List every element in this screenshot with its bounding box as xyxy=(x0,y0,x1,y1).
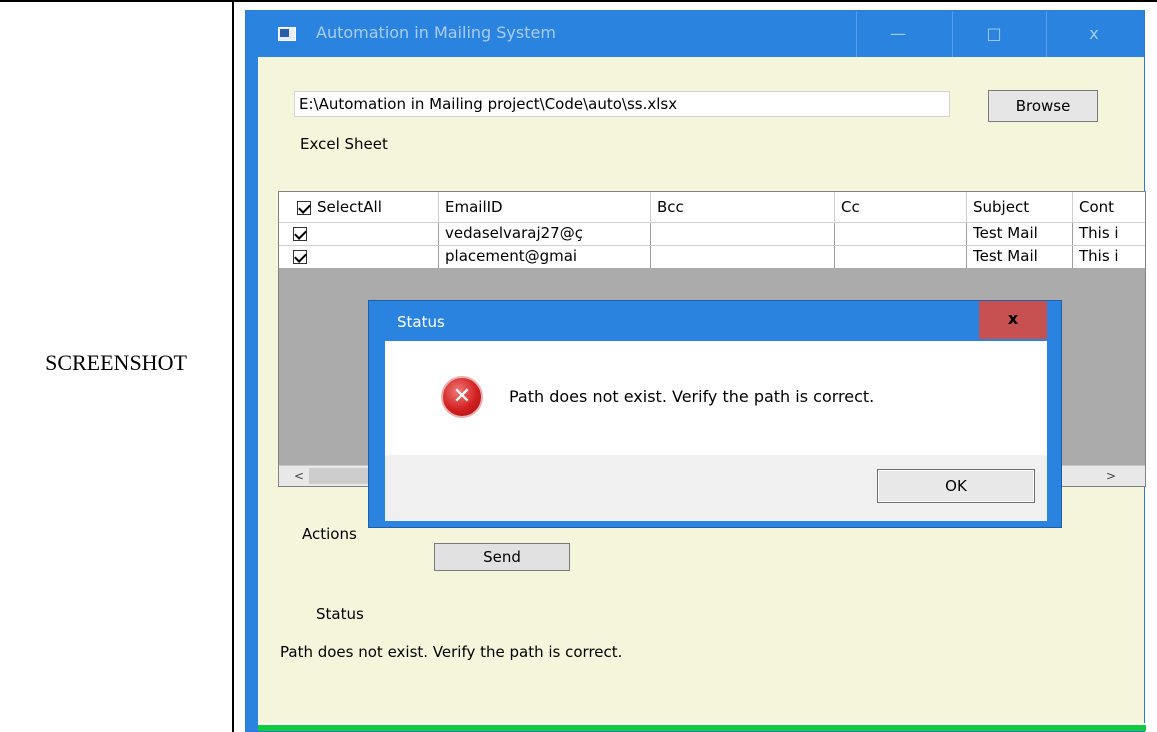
table-row[interactable]: placement@gmai Test Mail This i xyxy=(279,245,1145,268)
cc-cell[interactable] xyxy=(835,223,967,245)
send-button[interactable]: Send xyxy=(434,543,570,571)
dialog-body: ✕ Path does not exist. Verify the path i… xyxy=(385,341,1047,455)
scroll-left-arrow-icon[interactable]: < xyxy=(289,466,309,486)
dialog-close-button[interactable]: x xyxy=(979,301,1047,339)
status-label: Status xyxy=(316,605,364,623)
app-window-icon xyxy=(278,27,296,41)
email-cell[interactable]: vedaselvaraj27@ç xyxy=(439,223,651,245)
column-header-emailid[interactable]: EmailID xyxy=(439,192,651,222)
column-header-bcc[interactable]: Bcc xyxy=(651,192,835,222)
row-select-cell[interactable] xyxy=(279,246,439,268)
column-header-cc[interactable]: Cc xyxy=(835,192,967,222)
select-all-header[interactable]: SelectAll xyxy=(279,192,439,222)
scrollbar-thumb[interactable] xyxy=(309,468,369,484)
status-message: Path does not exist. Verify the path is … xyxy=(280,643,623,661)
window-titlebar[interactable]: Automation in Mailing System — □ x xyxy=(246,11,1144,57)
dialog-footer: OK xyxy=(385,455,1047,521)
progress-bar-fill xyxy=(258,725,1146,731)
subject-cell[interactable]: Test Mail xyxy=(967,223,1073,245)
excel-sheet-label: Excel Sheet xyxy=(300,135,388,153)
dialog-message: Path does not exist. Verify the path is … xyxy=(509,387,875,406)
error-icon: ✕ xyxy=(441,376,483,418)
content-cell[interactable]: This i xyxy=(1073,223,1145,245)
window-title: Automation in Mailing System xyxy=(316,23,556,42)
row-checkbox[interactable] xyxy=(293,249,307,264)
titlebar-separator xyxy=(1046,11,1047,57)
bcc-cell[interactable] xyxy=(651,246,835,268)
minimize-button[interactable]: — xyxy=(858,11,938,57)
content-cell[interactable]: This i xyxy=(1073,246,1145,268)
column-header-subject[interactable]: Subject xyxy=(967,192,1073,222)
titlebar-separator xyxy=(856,11,857,57)
row-select-cell[interactable] xyxy=(279,223,439,245)
dialog-title: Status xyxy=(397,313,445,331)
document-label-cell: SCREENSHOT xyxy=(0,0,234,732)
column-header-content[interactable]: Cont xyxy=(1073,192,1145,222)
actions-label: Actions xyxy=(302,525,357,543)
browse-button[interactable]: Browse xyxy=(988,90,1098,122)
status-dialog: Status x ✕ Path does not exist. Verify t… xyxy=(368,300,1062,528)
cc-cell[interactable] xyxy=(835,246,967,268)
maximize-button[interactable]: □ xyxy=(954,11,1034,57)
subject-cell[interactable]: Test Mail xyxy=(967,246,1073,268)
table-row[interactable]: vedaselvaraj27@ç Test Mail This i xyxy=(279,222,1145,245)
bcc-cell[interactable] xyxy=(651,223,835,245)
column-header-selectall: SelectAll xyxy=(317,198,382,216)
select-all-checkbox[interactable] xyxy=(297,200,311,215)
titlebar-separator xyxy=(952,11,953,57)
close-button[interactable]: x xyxy=(1054,11,1134,57)
row-checkbox[interactable] xyxy=(293,226,307,241)
grid-header-row: SelectAll EmailID Bcc Cc Subject Cont xyxy=(279,192,1145,222)
email-cell[interactable]: placement@gmai xyxy=(439,246,651,268)
progress-bar xyxy=(258,723,1146,731)
window-left-edge xyxy=(246,11,258,731)
document-row-label: SCREENSHOT xyxy=(45,350,187,375)
excel-path-input[interactable]: E:\Automation in Mailing project\Code\au… xyxy=(294,91,950,117)
scroll-right-arrow-icon[interactable]: > xyxy=(1101,466,1121,486)
ok-button[interactable]: OK xyxy=(877,469,1035,503)
